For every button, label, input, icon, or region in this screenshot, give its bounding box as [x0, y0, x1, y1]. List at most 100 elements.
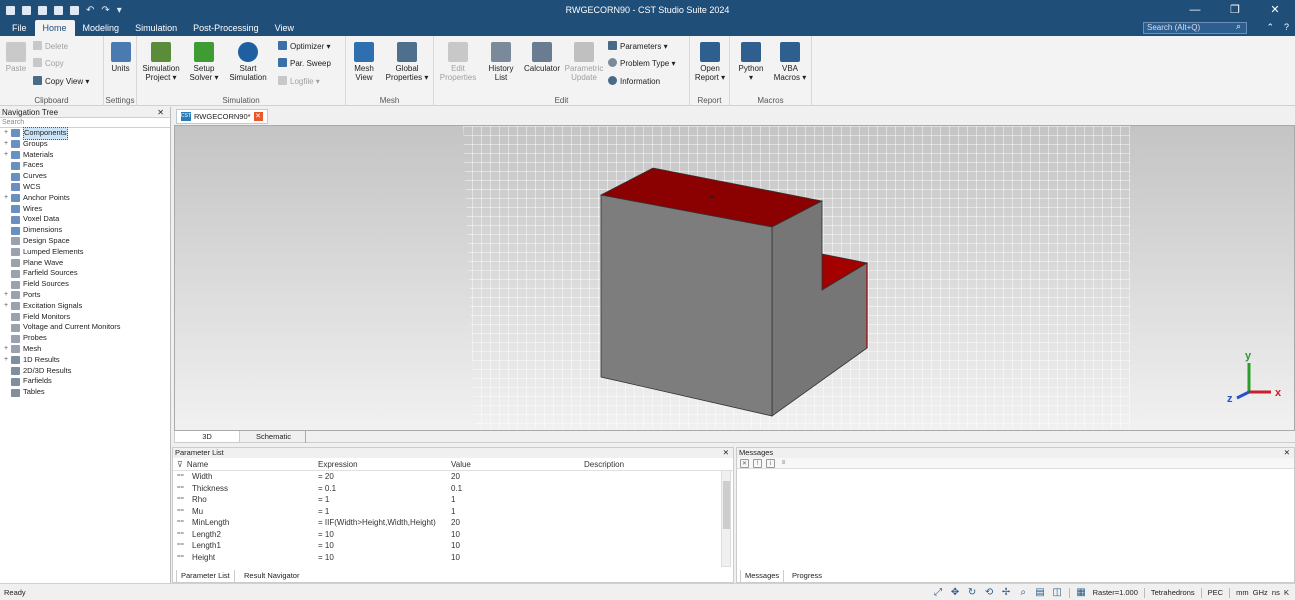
error-filter-icon[interactable]: ✕ — [740, 458, 749, 468]
tab-messages[interactable]: Messages — [740, 570, 785, 583]
parameter-list-close-button[interactable]: ✕ — [723, 448, 729, 458]
zoom-fit-icon[interactable]: ⤢ — [933, 587, 944, 598]
parameter-expression[interactable]: = 20 — [318, 471, 451, 483]
move-icon[interactable]: ✢ — [1001, 587, 1012, 598]
redo-icon[interactable]: ↷ — [101, 5, 109, 15]
minimize-button[interactable]: — — [1175, 0, 1215, 20]
parameter-row[interactable]: == Length1 = 10 10 — [173, 540, 733, 552]
parameter-description[interactable] — [584, 494, 714, 506]
paste-button[interactable]: Paste — [4, 42, 28, 73]
undo-icon[interactable]: ↶ — [86, 5, 94, 15]
parameter-name[interactable]: Height — [192, 552, 215, 564]
expand-toggle-icon[interactable]: + — [2, 150, 10, 161]
document-tab-rwgecorn90[interactable]: CST RWGECORN90* ✕ — [176, 109, 268, 124]
problem-type-button[interactable]: Problem Type ▾ — [608, 58, 675, 70]
units-display[interactable]: mm GHz ns K — [1236, 584, 1289, 600]
parameter-description[interactable] — [584, 552, 714, 564]
pan-icon[interactable]: ✥ — [950, 587, 961, 598]
nav-item-curves[interactable]: Curves — [2, 171, 170, 182]
tab-progress[interactable]: Progress — [792, 570, 822, 582]
nav-item-ports[interactable]: + Ports — [2, 290, 170, 301]
close-button[interactable]: ✕ — [1255, 0, 1295, 20]
tab-result-navigator[interactable]: Result Navigator — [244, 570, 299, 582]
parameter-name[interactable]: MinLength — [192, 517, 229, 529]
tab-file[interactable]: File — [4, 20, 35, 36]
nav-item-probes[interactable]: Probes — [2, 333, 170, 344]
nav-item-anchor-points[interactable]: + Anchor Points — [2, 193, 170, 204]
expand-toggle-icon[interactable]: + — [2, 301, 10, 312]
optimizer-button[interactable]: Optimizer ▾ — [278, 41, 330, 53]
column-name[interactable]: ⊽ Name — [173, 458, 318, 470]
new-file-icon[interactable] — [6, 5, 15, 15]
tab-post-processing[interactable]: Post-Processing — [185, 20, 267, 36]
vba-macros-button[interactable]: VBA Macros ▾ — [772, 42, 808, 82]
nav-item-tables[interactable]: Tables — [2, 387, 170, 398]
nav-item-wires[interactable]: Wires — [2, 204, 170, 215]
tab-home[interactable]: Home — [34, 20, 75, 36]
parameter-description[interactable] — [584, 483, 714, 495]
maximize-button[interactable]: ❐ — [1215, 0, 1255, 20]
parameter-expression[interactable]: = IIF(Width>Height,Width,Height) — [318, 517, 451, 529]
view-options-icon[interactable]: ▤ — [1035, 587, 1046, 598]
save-all-icon[interactable] — [54, 5, 63, 15]
python-button[interactable]: Python ▾ — [734, 42, 768, 82]
nav-item-farfields[interactable]: Farfields — [2, 376, 170, 387]
rotate-view-icon[interactable]: ⟲ — [984, 587, 995, 598]
nav-item-2d-3d-results[interactable]: 2D/3D Results — [2, 366, 170, 377]
open-report-button[interactable]: Open Report ▾ — [694, 42, 726, 82]
parameter-row[interactable]: == MinLength = IIF(Width>Height,Width,Heig… — [173, 517, 733, 529]
help-icon[interactable]: ? — [1284, 22, 1289, 33]
collapse-ribbon-icon[interactable]: ⌃ — [1266, 22, 1274, 33]
expand-toggle-icon[interactable]: + — [2, 139, 10, 150]
raster-value[interactable]: Raster=1.000 — [1093, 584, 1138, 600]
display-mode-icon[interactable]: ◫ — [1052, 587, 1063, 598]
part-front-face[interactable] — [600, 194, 773, 417]
boundary-condition[interactable]: PEC — [1208, 584, 1223, 600]
nav-item-mesh[interactable]: + Mesh — [2, 344, 170, 355]
nav-item-dimensions[interactable]: Dimensions — [2, 225, 170, 236]
information-button[interactable]: Information — [608, 76, 660, 88]
calculator-button[interactable]: Calculator — [522, 42, 562, 73]
tab-schematic[interactable]: Schematic — [242, 431, 306, 443]
filter-icon[interactable]: ⊽ — [177, 458, 183, 471]
nav-item-1d-results[interactable]: +1D Results — [2, 355, 170, 366]
setup-solver-button[interactable]: Setup Solver ▾ — [187, 42, 221, 82]
parameter-name[interactable]: Length2 — [192, 529, 221, 541]
clear-messages-icon[interactable]: ≡ — [779, 459, 788, 468]
nav-item-voltage-and-current-monitors[interactable]: Voltage and Current Monitors — [2, 322, 170, 333]
parameter-description[interactable] — [584, 529, 714, 541]
parameter-name[interactable]: Rho — [192, 494, 207, 506]
mesh-view-button[interactable]: Mesh View — [350, 42, 378, 82]
parameter-description[interactable] — [584, 540, 714, 552]
tab-parameter-list[interactable]: Parameter List — [176, 570, 235, 583]
expand-toggle-icon[interactable]: + — [2, 290, 10, 301]
info-filter-icon[interactable]: i — [766, 458, 775, 468]
tab-view[interactable]: View — [267, 20, 302, 36]
parameter-row[interactable]: == Mu = 11 — [173, 506, 733, 518]
parameter-description[interactable] — [584, 517, 714, 529]
parametric-update-button[interactable]: Parametric Update — [564, 42, 604, 82]
open-file-icon[interactable] — [22, 5, 31, 15]
parameter-name[interactable]: Length1 — [192, 540, 221, 552]
parameter-row[interactable]: == Width = 20 20 — [173, 471, 733, 483]
parameter-expression[interactable]: = 10 — [318, 540, 451, 552]
customize-qa-icon[interactable]: ▾ — [117, 5, 122, 15]
parameter-row[interactable]: == Rho = 11 — [173, 494, 733, 506]
tab-3d[interactable]: 3D — [174, 431, 240, 443]
start-simulation-button[interactable]: Start Simulation — [227, 42, 269, 82]
close-document-tab-icon[interactable]: ✕ — [253, 112, 263, 121]
save-icon[interactable] — [38, 5, 47, 15]
zoom-icon[interactable]: ⌕ — [1018, 587, 1029, 598]
parameter-list-scrollbar[interactable] — [721, 470, 731, 567]
copy-view-button[interactable]: Copy View ▾ — [33, 76, 89, 88]
nav-item-plane-wave[interactable]: Plane Wave — [2, 258, 170, 269]
search-icon[interactable]: ⌕ — [1236, 21, 1241, 32]
nav-item-faces[interactable]: Faces — [2, 160, 170, 171]
history-list-button[interactable]: History List — [484, 42, 518, 82]
expand-toggle-icon[interactable]: + — [2, 193, 10, 204]
3d-viewport[interactable]: y x z — [174, 125, 1295, 431]
nav-item-groups[interactable]: + Groups — [2, 139, 170, 150]
parameter-row[interactable]: == Thickness = 0.1 0.1 — [173, 483, 733, 495]
logfile-button[interactable]: Logfile ▾ — [278, 76, 320, 88]
parameter-expression[interactable]: = 1 — [318, 506, 451, 518]
